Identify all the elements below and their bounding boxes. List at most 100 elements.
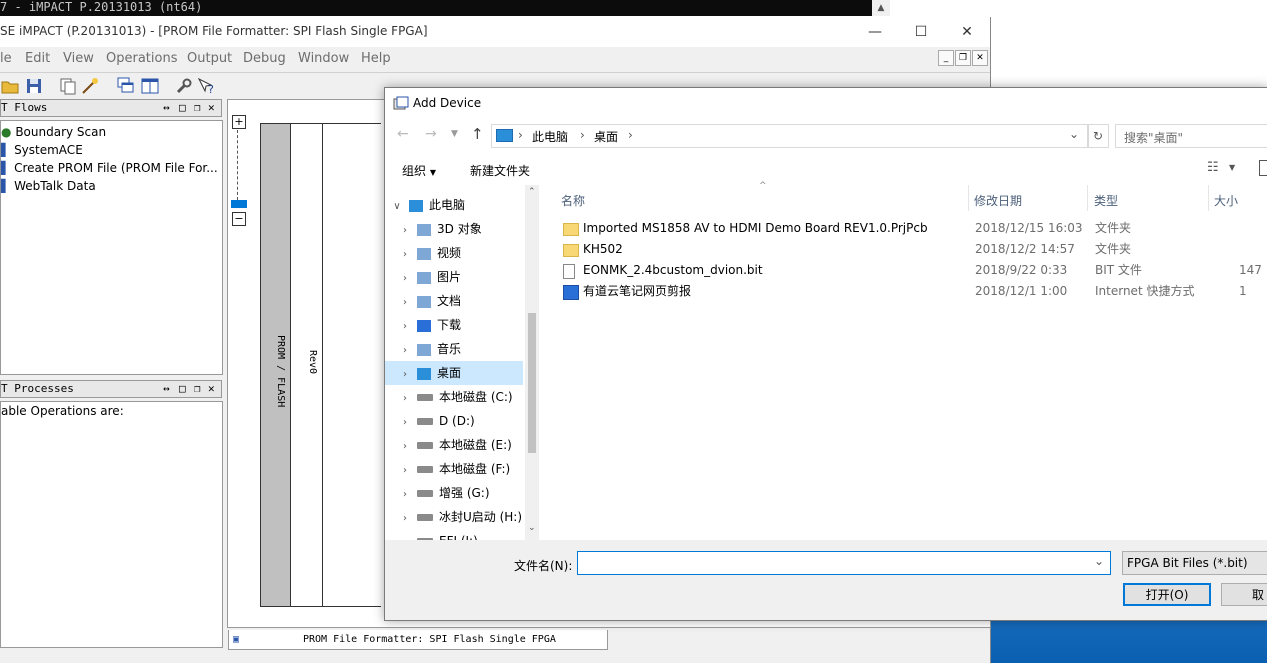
copy-icon[interactable] — [58, 76, 78, 96]
pane-maximize-icon[interactable]: ❐ — [194, 100, 201, 115]
new-folder-button[interactable]: 新建文件夹 — [470, 162, 530, 179]
pane-maximize-icon[interactable]: ❐ — [194, 381, 201, 396]
flow-item-systemace[interactable]: ▌ SystemACE — [1, 141, 83, 159]
chevron-right-icon[interactable]: › — [397, 531, 413, 540]
pane-restore-icon[interactable]: □ — [179, 100, 186, 115]
menu-view[interactable]: View — [63, 51, 94, 66]
column-divider[interactable] — [1208, 185, 1209, 211]
chevron-right-icon[interactable]: › — [397, 507, 413, 531]
mdi-minimize-button[interactable]: _ — [938, 50, 954, 66]
chevron-right-icon[interactable]: › — [397, 387, 413, 411]
menu-edit[interactable]: Edit — [25, 51, 50, 66]
pane-close-icon[interactable]: ✕ — [208, 381, 215, 396]
nav-item[interactable]: › 3D 对象 — [385, 217, 523, 241]
close-button[interactable]: ✕ — [944, 17, 990, 47]
tile-windows-icon[interactable] — [140, 76, 160, 96]
file-row[interactable]: EONMK_2.4bcustom_dvion.bit 2018/9/22 0:33… — [541, 260, 1267, 281]
document-tab[interactable]: ▣ PROM File Formatter: SPI Flash Single … — [228, 630, 608, 650]
filename-dropdown-icon[interactable]: ⌄ — [1094, 554, 1104, 568]
chevron-right-icon[interactable]: › — [397, 435, 413, 459]
pane-float-icon[interactable]: ↔ — [163, 381, 170, 396]
nav-item[interactable]: › 冰封U启动 (H:) — [385, 505, 523, 529]
chevron-right-icon[interactable]: › — [397, 219, 413, 243]
collapse-icon[interactable]: − — [232, 212, 246, 226]
column-header-name[interactable]: 名称 — [561, 192, 585, 209]
back-icon[interactable]: ← — [397, 126, 409, 142]
nav-item[interactable]: › D (D:) — [385, 409, 523, 433]
column-divider[interactable] — [968, 185, 969, 211]
flow-item-create-prom[interactable]: ▌ Create PROM File (PROM File For... — [1, 159, 218, 177]
context-help-icon[interactable]: ? — [196, 76, 216, 96]
console-scroll-up-button[interactable]: ▲ — [872, 0, 890, 16]
filename-input[interactable]: ⌄ — [577, 551, 1111, 575]
nav-item[interactable]: ›EFI (I:) — [385, 529, 523, 540]
up-icon[interactable]: ↑ — [471, 125, 484, 143]
address-bar[interactable]: › 此电脑 › 桌面 › ⌄ — [491, 124, 1089, 148]
cancel-button[interactable]: 取 — [1221, 583, 1267, 606]
expand-icon[interactable]: + — [232, 115, 246, 129]
nav-item[interactable]: ∨ 此电脑 — [385, 193, 523, 217]
scroll-up-icon[interactable]: ⌃ — [528, 187, 536, 197]
mdi-close-button[interactable]: ✕ — [972, 50, 988, 66]
nav-item[interactable]: › 音乐 — [385, 337, 523, 361]
chevron-right-icon[interactable]: › — [397, 339, 413, 363]
chevron-right-icon[interactable]: › — [397, 243, 413, 267]
zoom-slider-thumb[interactable] — [231, 200, 247, 208]
menu-debug[interactable]: Debug — [243, 51, 286, 66]
view-dropdown-icon[interactable]: ▼ — [1229, 163, 1235, 172]
pane-restore-icon[interactable]: □ — [179, 381, 186, 396]
flow-item-boundary-scan[interactable]: ● Boundary Scan — [1, 123, 106, 141]
chevron-right-icon[interactable]: › — [397, 315, 413, 339]
chevron-right-icon[interactable]: › — [397, 483, 413, 507]
file-row[interactable]: Imported MS1858 AV to HDMI Demo Board RE… — [541, 218, 1267, 239]
wrench-icon[interactable] — [174, 76, 194, 96]
pane-close-icon[interactable]: ✕ — [208, 100, 215, 115]
menu-window[interactable]: Window — [298, 51, 349, 66]
search-input[interactable]: 搜索"桌面" — [1115, 124, 1267, 148]
forward-icon[interactable]: → — [425, 126, 437, 142]
file-row[interactable]: 有道云笔记网页剪报 2018/12/1 1:00 Internet 快捷方式 1 — [541, 281, 1267, 302]
breadcrumb-this-pc[interactable]: 此电脑 — [532, 128, 568, 145]
file-row[interactable]: KH502 2018/12/2 14:57 文件夹 — [541, 239, 1267, 260]
menu-help[interactable]: Help — [361, 51, 391, 66]
nav-item[interactable]: › 本地磁盘 (C:) — [385, 385, 523, 409]
pane-float-icon[interactable]: ↔ — [163, 100, 170, 115]
column-header-date[interactable]: 修改日期 — [974, 192, 1022, 209]
column-header-type[interactable]: 类型 — [1094, 192, 1118, 209]
chevron-right-icon[interactable]: › — [397, 363, 413, 387]
column-header-size[interactable]: 大小 — [1214, 192, 1238, 209]
file-type-select[interactable]: FPGA Bit Files (*.bit) — [1122, 551, 1267, 575]
save-icon[interactable] — [24, 76, 44, 96]
column-divider[interactable] — [1087, 185, 1088, 211]
refresh-icon[interactable]: ↻ — [1087, 124, 1109, 148]
nav-scrollbar[interactable]: ⌃ ⌄ — [525, 185, 539, 540]
open-button[interactable]: 打开(O) — [1123, 583, 1211, 606]
mdi-restore-button[interactable]: ❐ — [955, 50, 971, 66]
nav-item[interactable]: › 增强 (G:) — [385, 481, 523, 505]
recent-locations-icon[interactable]: ▼ — [451, 129, 458, 139]
nav-item[interactable]: › 文档 — [385, 289, 523, 313]
nav-scroll-thumb[interactable] — [528, 313, 536, 453]
nav-item[interactable]: › 桌面 — [385, 361, 523, 385]
nav-item[interactable]: › 视频 — [385, 241, 523, 265]
maximize-button[interactable]: ☐ — [898, 17, 944, 47]
nav-item[interactable]: › 本地磁盘 (F:) — [385, 457, 523, 481]
menu-file[interactable]: le — [0, 51, 12, 66]
chevron-right-icon[interactable]: › — [397, 411, 413, 435]
nav-item[interactable]: › 下载 — [385, 313, 523, 337]
organize-button[interactable]: 组织 ▼ — [402, 162, 436, 179]
view-options-icon[interactable]: ☷ — [1207, 160, 1219, 175]
open-folder-icon[interactable] — [0, 76, 20, 96]
scroll-down-icon[interactable]: ⌄ — [528, 523, 536, 533]
chevron-right-icon[interactable]: › — [397, 267, 413, 291]
address-dropdown-icon[interactable]: ⌄ — [1069, 127, 1079, 141]
cascade-windows-icon[interactable] — [116, 76, 136, 96]
chevron-down-icon[interactable]: ∨ — [389, 195, 405, 219]
nav-item[interactable]: › 图片 — [385, 265, 523, 289]
wizard-icon[interactable] — [80, 76, 100, 96]
chevron-right-icon[interactable]: › — [397, 291, 413, 315]
breadcrumb-desktop[interactable]: 桌面 — [594, 128, 618, 145]
menu-output[interactable]: Output — [187, 51, 232, 66]
nav-item[interactable]: › 本地磁盘 (E:) — [385, 433, 523, 457]
minimize-button[interactable]: — — [852, 17, 898, 47]
